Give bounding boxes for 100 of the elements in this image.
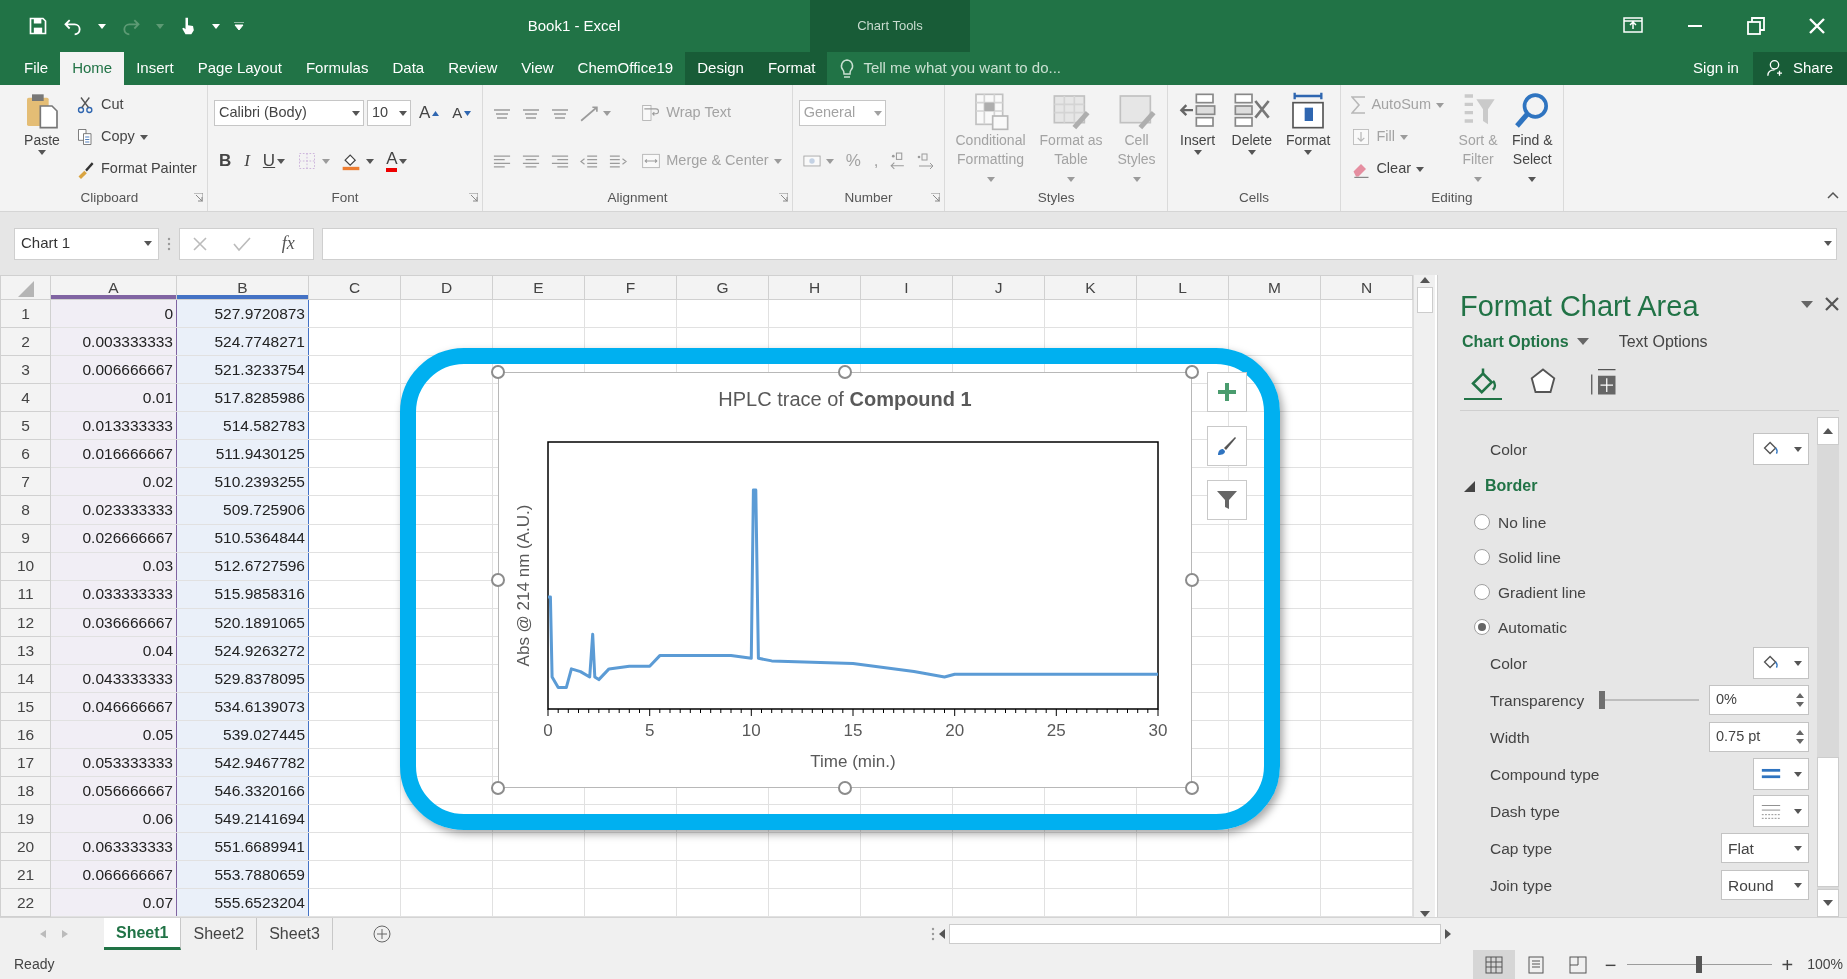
column-header[interactable]: E	[492, 275, 585, 300]
color-picker-button[interactable]	[1753, 647, 1809, 680]
ribbon-button[interactable]: Format Painter	[72, 157, 201, 181]
panel-scrollbar[interactable]	[1817, 416, 1839, 917]
color-picker-button[interactable]	[1753, 433, 1809, 466]
name-box[interactable]: Chart 1	[14, 227, 159, 260]
row-header[interactable]: 6	[0, 439, 51, 468]
resize-handle[interactable]	[1185, 781, 1199, 795]
row-header[interactable]: 9	[0, 524, 51, 553]
ribbon-tab[interactable]: Insert	[124, 52, 186, 85]
resize-handle[interactable]	[838, 781, 852, 795]
row-header[interactable]: 16	[0, 720, 51, 749]
ribbon-tab[interactable]: Data	[380, 52, 437, 85]
chart-filters-button[interactable]	[1207, 480, 1247, 520]
ribbon-tab[interactable]: Formulas	[293, 52, 381, 85]
resize-handle[interactable]	[838, 365, 852, 379]
row-header[interactable]: 12	[0, 608, 51, 637]
column-header[interactable]: H	[768, 275, 861, 300]
row-header[interactable]: 11	[0, 580, 51, 609]
underline-button[interactable]: U	[257, 148, 291, 174]
radio-button[interactable]	[1474, 619, 1490, 636]
zoom-in-button[interactable]: +	[1775, 954, 1800, 975]
row-header[interactable]: 21	[0, 860, 51, 889]
row-header[interactable]: 15	[0, 692, 51, 721]
chart-area[interactable]: HPLC trace of Compound 1 0 5 10 15 20 25 30 Time (min.) Abs @ 214 nm (A.U.)	[498, 372, 1192, 788]
zoom-thumb[interactable]	[1696, 956, 1702, 973]
column-header[interactable]: I	[860, 275, 953, 300]
resize-handle[interactable]	[491, 365, 505, 379]
combo-box[interactable]: Calibri (Body)	[213, 100, 364, 127]
resize-handle[interactable]	[1185, 365, 1199, 379]
share-button[interactable]: Share	[1752, 52, 1847, 85]
row-header[interactable]: 5	[0, 411, 51, 440]
row-header[interactable]: 8	[0, 496, 51, 524]
font-color-button[interactable]: A	[381, 150, 413, 173]
ribbon-tab[interactable]: Format	[755, 52, 828, 85]
row-header[interactable]: 13	[0, 636, 51, 665]
formula-field[interactable]	[322, 227, 1837, 260]
section-header[interactable]: Border	[1460, 467, 1538, 505]
compound-type-button[interactable]	[1753, 758, 1809, 791]
ribbon-tab[interactable]: Page Layout	[185, 52, 294, 85]
horizontal-scrollbar[interactable]	[949, 924, 1441, 944]
vertical-scrollbar[interactable]	[1413, 275, 1435, 917]
radio-button[interactable]	[1474, 514, 1490, 531]
resize-handle[interactable]	[491, 573, 505, 587]
ribbon-button[interactable]: Format	[1282, 89, 1335, 157]
combo-box[interactable]: 10	[366, 100, 411, 127]
italic-button[interactable]: I	[239, 148, 255, 174]
dropdown-field[interactable]: Round	[1721, 870, 1809, 901]
ribbon-tab[interactable]: File	[12, 52, 61, 85]
row-header[interactable]: 3	[0, 355, 51, 384]
column-header[interactable]: N	[1320, 275, 1413, 300]
row-header[interactable]: 4	[0, 383, 51, 412]
sheet-tab[interactable]: Sheet1	[104, 918, 182, 950]
row-header[interactable]: 7	[0, 467, 51, 496]
ribbon-tab[interactable]: Design	[685, 52, 756, 85]
spin-field[interactable]: 0%	[1709, 685, 1809, 716]
column-header[interactable]: J	[952, 275, 1045, 300]
view-button[interactable]	[1472, 950, 1515, 979]
ribbon-button[interactable]: Cut	[72, 93, 128, 117]
ribbon-button[interactable]: Delete	[1227, 89, 1277, 157]
row-header[interactable]: 22	[0, 888, 51, 917]
column-header[interactable]: A	[50, 275, 177, 300]
column-header[interactable]: D	[400, 275, 493, 300]
scroll-thumb[interactable]	[1416, 287, 1433, 313]
ribbon-button[interactable]: Find & Select	[1508, 89, 1557, 190]
sign-in-link[interactable]: Sign in	[1679, 52, 1753, 85]
row-header[interactable]: 14	[0, 664, 51, 693]
row-header[interactable]: 1	[0, 299, 51, 328]
ribbon-tab[interactable]: Home	[60, 52, 125, 85]
scroll-thumb[interactable]	[1817, 756, 1839, 887]
ribbon-tab[interactable]: Review	[436, 52, 510, 85]
select-all-corner[interactable]	[0, 275, 51, 300]
resize-handle[interactable]	[491, 781, 505, 795]
column-header[interactable]: B	[176, 275, 309, 300]
zoom-out-button[interactable]: −	[1598, 954, 1623, 975]
font-size-button[interactable]: A	[447, 101, 477, 125]
ribbon-button[interactable]: Insert	[1173, 89, 1222, 157]
panel-tab[interactable]: Chart Options	[1460, 329, 1591, 354]
resize-handle[interactable]	[1185, 573, 1199, 587]
font-size-button[interactable]: A	[413, 100, 445, 126]
chart-elements-button[interactable]	[1207, 372, 1247, 412]
slider-thumb[interactable]	[1599, 691, 1605, 710]
dropdown-field[interactable]: Flat	[1721, 833, 1809, 864]
panel-tab[interactable]: Text Options	[1616, 329, 1710, 354]
column-header[interactable]: M	[1228, 275, 1321, 300]
row-header[interactable]: 10	[0, 552, 51, 581]
radio-button[interactable]	[1474, 549, 1490, 566]
ribbon-button[interactable]: Clear	[1347, 157, 1429, 181]
column-header[interactable]: C	[308, 275, 401, 300]
column-header[interactable]: L	[1136, 275, 1229, 300]
ribbon-button[interactable]: Paste	[18, 89, 66, 157]
column-header[interactable]: F	[584, 275, 677, 300]
row-header[interactable]: 20	[0, 832, 51, 861]
insert-function-button[interactable]: fx	[275, 229, 301, 258]
chart-styles-button[interactable]	[1207, 426, 1247, 466]
ribbon-button[interactable]: Copy	[72, 125, 152, 149]
row-header[interactable]: 18	[0, 776, 51, 805]
column-header[interactable]: K	[1044, 275, 1137, 300]
radio-button[interactable]	[1474, 584, 1490, 601]
column-header[interactable]: G	[676, 275, 769, 300]
